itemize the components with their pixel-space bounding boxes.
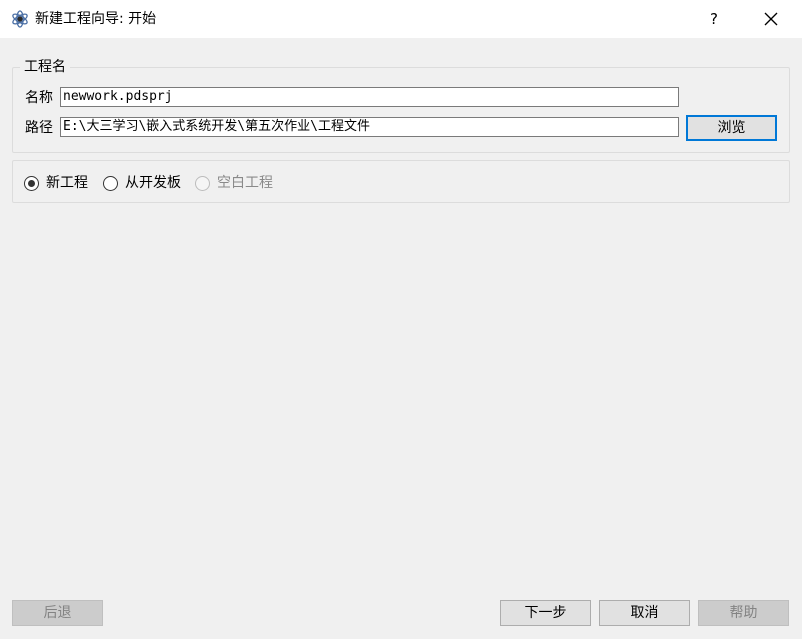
radio-button[interactable]: [103, 175, 118, 191]
dialog-content: 工程名 名称 newwork.pdsprj 路径 E:\大三学习\嵌入式系统开发…: [0, 38, 802, 639]
name-input[interactable]: newwork.pdsprj: [60, 87, 679, 107]
next-button[interactable]: 下一步: [500, 600, 591, 626]
close-button[interactable]: [750, 4, 792, 34]
proteus-app-icon: [10, 9, 30, 29]
name-label: 名称: [25, 90, 53, 106]
radio-label-blank-project: 空白工程: [217, 175, 273, 191]
help-button: 帮助: [698, 600, 789, 626]
window-title: 新建工程向导: 开始: [35, 11, 157, 27]
radio-new-project[interactable]: 新工程: [24, 174, 88, 192]
title-bar: 新建工程向导: 开始 ?: [0, 0, 802, 38]
project-type-group: 新工程 从开发板 空白工程: [12, 160, 790, 203]
radio-label-new-project: 新工程: [46, 175, 88, 191]
radio-from-board[interactable]: 从开发板: [103, 174, 181, 192]
back-button: 后退: [12, 600, 103, 626]
radio-label-from-board: 从开发板: [125, 175, 181, 191]
path-input[interactable]: E:\大三学习\嵌入式系统开发\第五次作业\工程文件: [60, 117, 679, 137]
radio-button-checked[interactable]: [24, 175, 39, 191]
path-label: 路径: [25, 120, 53, 136]
project-name-group-title: 工程名: [20, 58, 70, 76]
project-name-group: [12, 67, 790, 153]
browse-button[interactable]: 浏览: [686, 115, 777, 141]
radio-blank-project: 空白工程: [195, 174, 273, 192]
radio-button-disabled: [195, 175, 210, 191]
close-icon: [764, 12, 778, 26]
help-title-button[interactable]: ?: [696, 4, 732, 34]
cancel-button[interactable]: 取消: [599, 600, 690, 626]
